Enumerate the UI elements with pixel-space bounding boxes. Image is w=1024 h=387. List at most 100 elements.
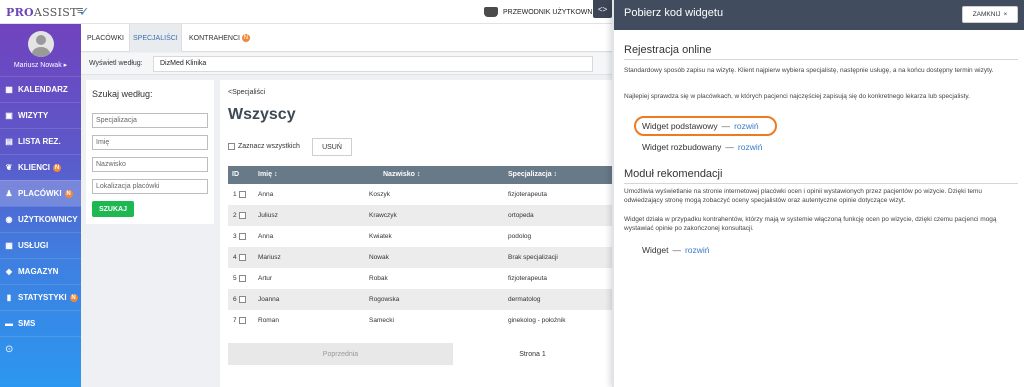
column-first-name[interactable]: Imię ↕ bbox=[258, 171, 277, 178]
row-specialization: Brak specjalizacji bbox=[508, 254, 558, 261]
sidebar-item-stats[interactable]: ▮ STATYSTYKI N bbox=[0, 284, 81, 310]
table-row[interactable]: 2 Juliusz Krawczyk ortopeda bbox=[228, 205, 612, 226]
search-title: Szukaj według: bbox=[92, 89, 153, 99]
sidebar-item-reservations[interactable]: ▤ LISTA REZ. bbox=[0, 128, 81, 154]
row-specialization: podolog bbox=[508, 233, 532, 240]
facilities-icon: ♟ bbox=[5, 189, 13, 198]
visits-icon: ▣ bbox=[5, 111, 13, 120]
table-row[interactable]: 4 Mariusz Nowak Brak specjalizacji bbox=[228, 247, 612, 268]
column-specialization[interactable]: Specjalizacja ↕ bbox=[508, 171, 557, 178]
sidebar-item-calendar[interactable]: ▦ KALENDARZ bbox=[0, 76, 81, 102]
row-first-name: Joanna bbox=[258, 296, 280, 303]
user-profile[interactable]: Mariusz Nowak ▸ bbox=[0, 24, 81, 76]
section-recommendations-note: Widget działa w przypadku kontrahentów, … bbox=[624, 216, 997, 232]
expand-link[interactable]: rozwiń bbox=[685, 245, 710, 255]
section-online-registration-note: Najlepiej sprawdza się w placówkach, w k… bbox=[624, 93, 970, 100]
tab-label: PLACÓWKI bbox=[87, 34, 124, 42]
sidebar-expand-icon[interactable]: ⊙ bbox=[0, 336, 81, 362]
sidebar-item-label: LISTA REZ. bbox=[18, 137, 61, 146]
page-title: Wszyscy bbox=[228, 106, 296, 123]
facility-select[interactable]: DizMed Klinika bbox=[153, 56, 593, 72]
column-last-name[interactable]: Nazwisko ↕ bbox=[383, 171, 420, 178]
row-checkbox[interactable] bbox=[239, 254, 246, 261]
sidebar-item-label: MAGAZYN bbox=[18, 267, 59, 276]
select-all[interactable]: Zaznacz wszystkich bbox=[228, 143, 300, 150]
sidebar-item-label: USŁUGI bbox=[18, 241, 49, 250]
row-checkbox[interactable] bbox=[239, 191, 246, 198]
sidebar: Mariusz Nowak ▸ ▦ KALENDARZ ▣ WIZYTY ▤ LIST… bbox=[0, 24, 81, 387]
avatar bbox=[27, 31, 54, 57]
tabs-row: PLACÓWKI SPECJALIŚCI KONTRAHENCI N bbox=[81, 24, 612, 52]
previous-page-button[interactable]: Poprzednia bbox=[228, 343, 453, 365]
row-checkbox[interactable] bbox=[239, 275, 246, 282]
logo-text-pro: PRO bbox=[6, 6, 34, 19]
tab-contractors[interactable]: KONTRAHENCI N bbox=[186, 24, 253, 52]
breadcrumb[interactable]: <Specjaliści bbox=[228, 89, 265, 96]
section-divider bbox=[624, 59, 1018, 60]
specialists-list: <Specjaliści Wszyscy Zaznacz wszystkich … bbox=[220, 80, 612, 387]
close-button[interactable]: ZAMKNIJ × bbox=[962, 6, 1018, 23]
graduation-cap-icon bbox=[484, 7, 498, 17]
row-id: 7 bbox=[233, 317, 237, 324]
first-name-input[interactable]: Imię bbox=[92, 135, 208, 150]
row-checkbox[interactable] bbox=[239, 233, 246, 240]
row-specialization: fizjoterapeuta bbox=[508, 275, 548, 282]
sidebar-item-visits[interactable]: ▣ WIZYTY bbox=[0, 102, 81, 128]
row-checkbox[interactable] bbox=[239, 296, 246, 303]
section-divider bbox=[624, 183, 1018, 184]
search-button[interactable]: SZUKAJ bbox=[92, 201, 134, 217]
filter-label: Wyświetl według: bbox=[89, 60, 143, 67]
table-header: ID Imię ↕ Nazwisko ↕ Specjalizacja ↕ bbox=[228, 166, 612, 184]
tab-facilities[interactable]: PLACÓWKI bbox=[84, 24, 127, 52]
new-badge: N bbox=[64, 189, 73, 198]
widget-recommendations-label: Widget bbox=[642, 245, 669, 255]
table-row[interactable]: 6 Joanna Rogowska dermatolog bbox=[228, 289, 612, 310]
expand-link[interactable]: rozwiń bbox=[738, 142, 763, 152]
section-recommendations-title: Moduł rekomendacji bbox=[624, 168, 723, 180]
row-last-name: Krawczyk bbox=[369, 212, 397, 219]
code-toggle-icon[interactable]: <> bbox=[593, 0, 612, 18]
sidebar-item-users[interactable]: ◉ UŻYTKOWNICY bbox=[0, 206, 81, 232]
row-checkbox[interactable] bbox=[239, 317, 246, 324]
select-all-checkbox[interactable] bbox=[228, 143, 235, 150]
table-row[interactable]: 1 Anna Koszyk fizjoterapeuta bbox=[228, 184, 612, 205]
widget-extended-label: Widget rozbudowany bbox=[642, 142, 722, 152]
row-checkbox[interactable] bbox=[239, 212, 246, 219]
pagination: Poprzednia Strona 1 bbox=[228, 343, 612, 365]
table-row[interactable]: 5 Artur Robak fizjoterapeuta bbox=[228, 268, 612, 289]
user-guide-button[interactable]: PRZEWODNIK UŻYTKOWN bbox=[484, 7, 592, 17]
row-last-name: Robak bbox=[369, 275, 388, 282]
sidebar-item-services[interactable]: ▦ USŁUGI bbox=[0, 232, 81, 258]
row-last-name: Koszyk bbox=[369, 191, 390, 198]
table-row[interactable]: 3 Anna Kwiatek podolog bbox=[228, 226, 612, 247]
row-first-name: Anna bbox=[258, 233, 274, 240]
specialization-input[interactable]: Specjalizacja bbox=[92, 113, 208, 128]
tab-specialists[interactable]: SPECJALIŚCI bbox=[129, 24, 182, 52]
highlight-annotation bbox=[634, 116, 777, 136]
row-specialization: ortopeda bbox=[508, 212, 534, 219]
row-specialization: dermatolog bbox=[508, 296, 541, 303]
sidebar-item-warehouse[interactable]: ◆ MAGAZYN bbox=[0, 258, 81, 284]
delete-button[interactable]: USUŃ bbox=[312, 138, 352, 156]
location-input[interactable]: Lokalizacja placówki bbox=[92, 179, 208, 194]
widget-recommendations-link[interactable]: Widget — rozwiń bbox=[642, 245, 710, 255]
row-first-name: Juliusz bbox=[258, 212, 278, 219]
row-id: 1 bbox=[233, 191, 237, 198]
row-last-name: Rogowska bbox=[369, 296, 400, 303]
row-id: 3 bbox=[233, 233, 237, 240]
menu-icon[interactable]: ≡ bbox=[77, 5, 83, 17]
sidebar-item-label: KLIENCI bbox=[18, 163, 50, 172]
filter-row: Wyświetl według: DizMed Klinika bbox=[81, 53, 612, 75]
current-page-indicator: Strona 1 bbox=[453, 343, 612, 365]
sidebar-item-clients[interactable]: ❦ KLIENCI N bbox=[0, 154, 81, 180]
column-id: ID bbox=[232, 171, 239, 178]
sidebar-item-facilities[interactable]: ♟ PLACÓWKI N bbox=[0, 180, 81, 206]
widget-extended-link[interactable]: Widget rozbudowany — rozwiń bbox=[642, 142, 762, 152]
services-icon: ▦ bbox=[5, 241, 13, 250]
section-online-registration-description: Standardowy sposób zapisu na wizytę. Kli… bbox=[624, 67, 994, 74]
table-row[interactable]: 7 Roman Samecki ginekolog - położnik bbox=[228, 310, 612, 331]
sidebar-item-sms[interactable]: ▬ SMS bbox=[0, 310, 81, 336]
panel-header: Pobierz kod widgetu ZAMKNIJ × bbox=[614, 0, 1024, 30]
row-first-name: Anna bbox=[258, 191, 274, 198]
last-name-input[interactable]: Nazwisko bbox=[92, 157, 208, 172]
